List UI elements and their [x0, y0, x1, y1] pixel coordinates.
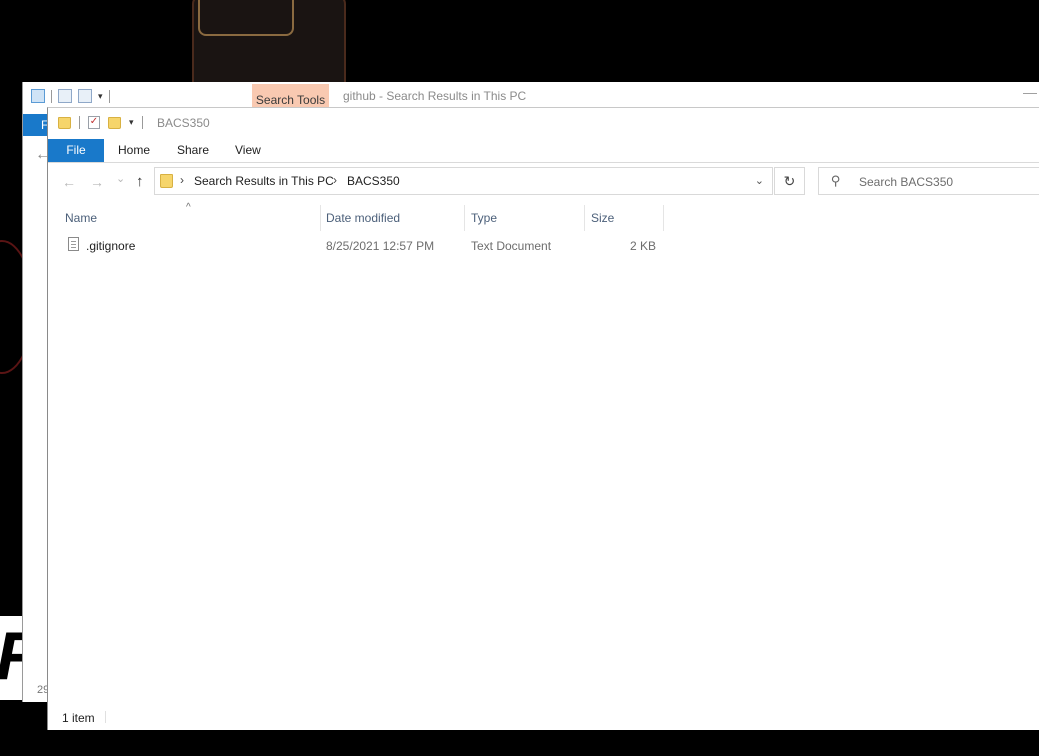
forward-button[interactable]: → — [90, 174, 104, 190]
column-divider[interactable] — [663, 205, 664, 231]
background-qat-separator — [51, 89, 52, 103]
status-item-count: 1 item — [62, 711, 95, 725]
file-type: Text Document — [471, 239, 552, 253]
file-size: 2 KB — [629, 239, 656, 253]
file-name[interactable]: .gitignore — [86, 239, 135, 253]
sort-indicator-icon: ^ — [186, 202, 191, 213]
refresh-button[interactable]: ↻ — [774, 167, 805, 195]
background-new-folder-icon[interactable] — [78, 89, 92, 103]
wallpaper-chair-detail — [198, 0, 294, 36]
background-window-title: github - Search Results in This PC — [343, 89, 527, 103]
breadcrumb-separator[interactable]: › — [180, 173, 184, 187]
tab-view[interactable]: View — [235, 139, 261, 162]
column-divider[interactable] — [584, 205, 585, 231]
window-title: BACS350 — [157, 116, 210, 130]
status-separator — [105, 711, 106, 723]
breadcrumb-bacs350[interactable]: BACS350 — [347, 174, 400, 188]
background-qat-dropdown-icon[interactable]: ▾ — [98, 91, 103, 102]
tab-home[interactable]: Home — [118, 139, 150, 162]
ribbon-tabs: File Home Share View — [48, 138, 1039, 163]
qat-dropdown-icon[interactable]: ▾ — [129, 117, 134, 128]
search-box[interactable]: ⚲ Search BACS350 — [818, 167, 1039, 195]
search-input[interactable]: Search BACS350 — [859, 175, 953, 189]
background-file-tab[interactable]: F — [23, 114, 49, 136]
text-document-icon — [68, 237, 79, 251]
qat-separator — [79, 116, 80, 129]
properties-icon[interactable]: ✓ — [88, 116, 100, 129]
up-button[interactable]: ↑ — [136, 173, 144, 190]
background-quick-access-toolbar: ▾ — [31, 89, 110, 103]
column-header-date-modified[interactable]: Date modified — [326, 211, 400, 225]
background-minimize-icon[interactable]: — — [1023, 84, 1037, 100]
background-app-icon — [31, 89, 45, 103]
breadcrumb-separator[interactable]: › — [333, 173, 337, 187]
column-divider[interactable] — [464, 205, 465, 231]
qat-separator-2 — [141, 116, 143, 129]
new-folder-icon[interactable] — [108, 116, 121, 129]
column-header-type[interactable]: Type — [471, 211, 497, 225]
column-header-size[interactable]: Size — [591, 211, 614, 225]
background-qat-separator-2 — [108, 89, 110, 103]
background-properties-icon[interactable] — [58, 89, 72, 103]
address-dropdown-icon[interactable]: ⌄ — [755, 174, 764, 187]
recent-locations-button[interactable]: ⌄ — [116, 172, 125, 185]
folder-icon — [58, 116, 71, 129]
address-folder-icon — [160, 174, 173, 188]
tab-file[interactable]: File — [48, 139, 104, 162]
explorer-window[interactable]: ✓ ▾ BACS350 File Home Share View ← → ⌄ ↑… — [47, 107, 1039, 730]
address-bar[interactable]: › Search Results in This PC › BACS350 ⌄ — [154, 167, 773, 195]
column-header-name[interactable]: Name — [65, 211, 97, 225]
back-button[interactable]: ← — [62, 174, 76, 190]
quick-access-toolbar: ✓ ▾ — [58, 116, 143, 129]
tab-share[interactable]: Share — [177, 139, 209, 162]
file-row[interactable]: .gitignore 8/25/2021 12:57 PM Text Docum… — [62, 234, 662, 256]
file-date-modified: 8/25/2021 12:57 PM — [326, 239, 435, 253]
search-icon: ⚲ — [831, 173, 841, 188]
breadcrumb-search-results[interactable]: Search Results in This PC — [194, 174, 334, 188]
title-bar[interactable]: ✓ ▾ BACS350 — [48, 108, 1039, 138]
column-divider[interactable] — [320, 205, 321, 231]
